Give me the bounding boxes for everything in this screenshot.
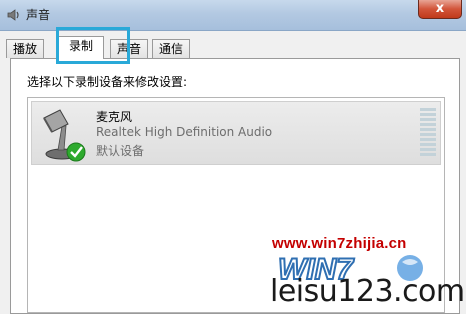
microphone-icon <box>43 109 86 162</box>
tab-recording[interactable]: 录制 <box>58 36 105 59</box>
tab-communications[interactable]: 通信 <box>152 39 191 58</box>
check-icon <box>66 142 86 162</box>
watermark-site: leisu123.com <box>270 274 465 309</box>
tab-bar: 播放 录制 声音 通信 <box>6 27 466 64</box>
tab-playback[interactable]: 播放 <box>6 39 45 58</box>
device-name: 麦克风 <box>96 110 133 124</box>
device-item-microphone[interactable]: 麦克风 Realtek High Definition Audio 默认设备 <box>31 101 441 165</box>
device-status: 默认设备 <box>96 144 145 158</box>
close-button[interactable]: x <box>418 0 462 19</box>
title-bar: 声音 x <box>0 0 466 31</box>
device-description: Realtek High Definition Audio <box>96 125 273 139</box>
window-title: 声音 <box>26 8 51 22</box>
tab-sounds[interactable]: 声音 <box>110 39 149 58</box>
level-meter <box>420 108 436 158</box>
speaker-icon <box>7 9 19 21</box>
instruction-text: 选择以下录制设备来修改设置: <box>27 75 188 89</box>
